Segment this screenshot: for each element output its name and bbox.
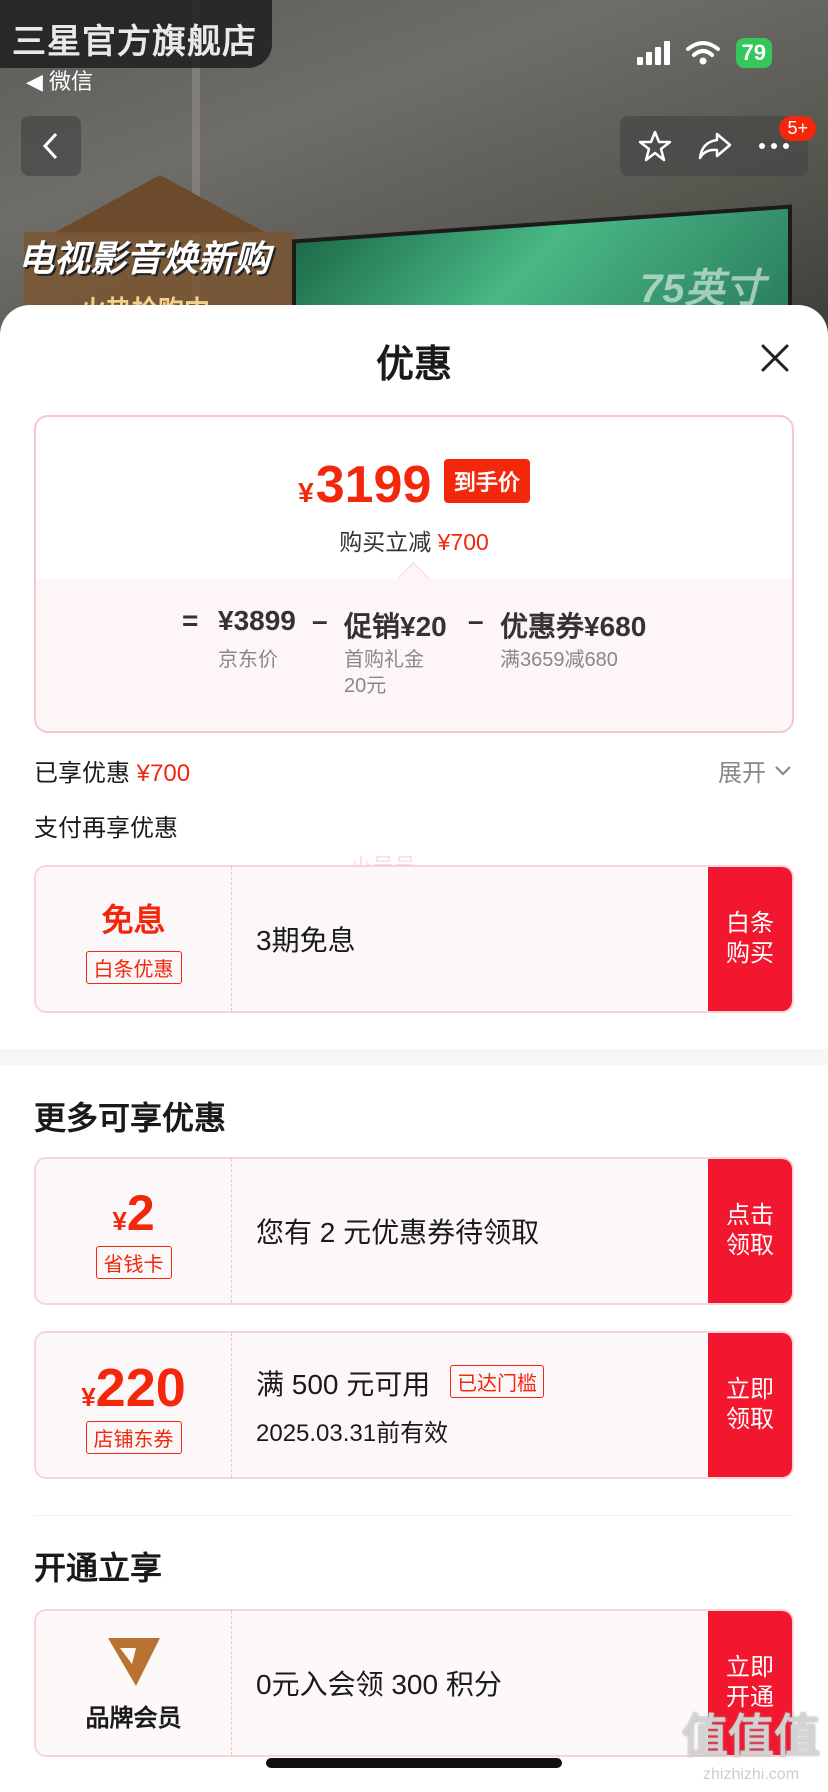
- share-icon[interactable]: [697, 130, 733, 162]
- status-bar-right: 79: [636, 38, 772, 68]
- chevron-down-icon: [775, 765, 791, 776]
- final-price: ¥ 3199: [298, 455, 431, 515]
- saving-card-left: ¥2 省钱卡: [36, 1159, 232, 1303]
- site-watermark: 值值值 zhizhizhi.com: [682, 1700, 820, 1784]
- brand-member-text: 0元入会领 300 积分: [256, 1611, 702, 1755]
- more-dots-icon[interactable]: [758, 141, 790, 151]
- background-house-roof: [50, 175, 270, 235]
- reduce-line: 购买立减 ¥700: [36, 523, 792, 557]
- enjoyed-discount: 已享优惠 ¥700: [34, 753, 190, 788]
- saving-card-desc: 您有 2 元优惠券待领取: [256, 1217, 540, 1248]
- saving-card-currency: ¥: [112, 1205, 127, 1236]
- star-favorite-icon[interactable]: [638, 129, 672, 163]
- claim-coupon-button[interactable]: 点击领取: [708, 1159, 792, 1303]
- price-breakdown-card: ¥ 3199 到手价 购买立减 ¥700 = ¥3899 京东价 – 促销¥20…: [34, 415, 794, 733]
- store-coupon-value: 220: [95, 1357, 186, 1418]
- brand-member-card: 品牌会员 0元入会领 300 积分 立即开通: [34, 1609, 794, 1757]
- baitiao-buy-button[interactable]: 白条购买: [708, 867, 792, 1011]
- promo-banner-text: 电视影音焕新购: [18, 238, 271, 279]
- discount-sheet: 优惠 ¥ 3199 到手价 购买立减 ¥700 = ¥3899 京东价 – 促销…: [0, 305, 828, 1792]
- brand-member-label: 品牌会员: [85, 1704, 182, 1732]
- expand-toggle[interactable]: 展开: [718, 753, 792, 788]
- coupon-label: 满3659减680: [500, 649, 618, 671]
- price-formula-section: = ¥3899 京东价 – 促销¥20 首购礼金 20元 – 优惠券¥680 满…: [36, 579, 792, 731]
- saving-card-tag: 省钱卡: [95, 1245, 172, 1279]
- home-indicator: [266, 1758, 562, 1768]
- final-price-badge: 到手价: [443, 459, 530, 503]
- brand-member-left: 品牌会员: [36, 1611, 232, 1755]
- expand-label: 展开: [718, 760, 766, 787]
- claim-store-coupon-button[interactable]: 立即领取: [708, 1333, 792, 1477]
- cellular-signal-icon: [636, 41, 670, 65]
- baitiao-tag: 白条优惠: [85, 950, 182, 984]
- enjoyed-label: 已享优惠: [34, 760, 130, 787]
- final-price-currency: ¥: [298, 477, 314, 508]
- brand-v-logo-icon: [107, 1637, 160, 1686]
- store-coupon-amount: ¥220: [81, 1357, 186, 1419]
- reduce-label: 购买立减: [339, 529, 432, 555]
- store-coupon: ¥220 店铺东券 满 500 元可用 已达门槛 2025.03.31前有效 立…: [34, 1331, 794, 1479]
- store-coupon-desc: 满 500 元可用: [256, 1368, 431, 1400]
- store-coupon-text: 满 500 元可用 已达门槛 2025.03.31前有效: [256, 1333, 702, 1477]
- sheet-title: 优惠: [375, 344, 452, 386]
- enjoyed-value: ¥700: [136, 760, 191, 787]
- promo-amount: 促销¥20: [344, 611, 447, 642]
- site-watermark-url: zhizhizhi.com: [702, 1766, 800, 1783]
- base-price: ¥3899: [218, 605, 296, 636]
- final-price-value: 3199: [315, 456, 432, 514]
- coupon-amount: 优惠券¥680: [500, 611, 647, 642]
- formula-equals: =: [182, 605, 199, 636]
- interest-free-label: 免息: [101, 901, 166, 938]
- back-button[interactable]: [21, 116, 81, 176]
- store-name-tag: 三星官方旗舰店: [0, 0, 272, 68]
- saving-card-amount: ¥2: [112, 1184, 154, 1242]
- baitiao-offer-card: 免息 白条优惠 3期免息 白条购买: [34, 865, 794, 1013]
- formula-minus-2: –: [468, 605, 484, 636]
- battery-indicator: 79: [735, 38, 772, 68]
- baitiao-offer-text: 3期免息: [256, 867, 702, 1011]
- close-icon[interactable]: [760, 343, 790, 373]
- site-watermark-logo: 值值值: [682, 1710, 820, 1762]
- store-coupon-desc-line: 满 500 元可用 已达门槛: [256, 1363, 702, 1403]
- section-divider: [34, 1515, 794, 1516]
- store-coupon-validity: 2025.03.31前有效: [256, 1419, 449, 1447]
- saving-card-coupon: ¥2 省钱卡 您有 2 元优惠券待领取 点击领取: [34, 1157, 794, 1305]
- base-price-label: 京东价: [218, 649, 278, 671]
- threshold-reached-badge: 已达门槛: [450, 1364, 545, 1398]
- open-enjoy-title: 开通立享: [34, 1550, 163, 1586]
- chevron-left-icon: [42, 132, 58, 160]
- wifi-icon: [685, 41, 720, 65]
- back-to-wechat-link[interactable]: ◀ 微信: [26, 64, 93, 96]
- baitiao-offer-left: 免息 白条优惠: [36, 867, 232, 1011]
- saving-card-text: 您有 2 元优惠券待领取: [256, 1159, 702, 1303]
- more-offers-title: 更多可享优惠: [34, 1100, 227, 1136]
- pay-more-title: 支付再享优惠: [34, 815, 178, 842]
- section-separator: [0, 1049, 828, 1065]
- store-coupon-left: ¥220 店铺东券: [36, 1333, 232, 1477]
- saving-card-value: 2: [126, 1184, 155, 1241]
- message-count-badge: 5+: [779, 116, 816, 141]
- brand-member-desc: 0元入会领 300 积分: [256, 1669, 502, 1700]
- store-coupon-currency: ¥: [81, 1381, 96, 1412]
- formula-minus-1: –: [312, 605, 328, 636]
- promo-label: 首购礼金 20元: [344, 649, 424, 697]
- final-price-section: ¥ 3199 到手价 购买立减 ¥700: [36, 417, 792, 577]
- baitiao-offer-desc: 3期免息: [256, 925, 356, 956]
- store-coupon-tag: 店铺东券: [85, 1420, 182, 1454]
- reduce-value: ¥700: [437, 529, 489, 555]
